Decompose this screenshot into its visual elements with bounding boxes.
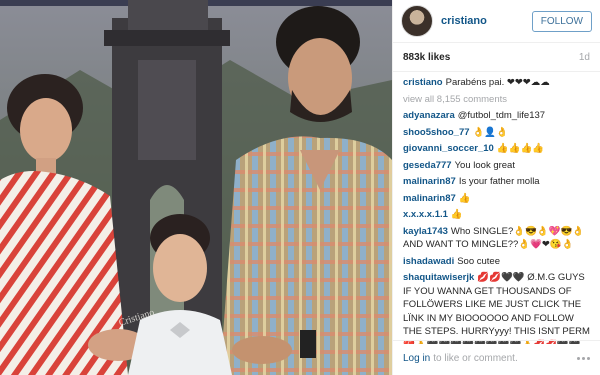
post-sidebar: cristiano FOLLOW 883k likes 1d cristiano… (392, 0, 600, 375)
comment-text: You look great (454, 159, 515, 171)
comment-text: Soo cutee (457, 255, 501, 267)
comment-user[interactable]: malinarin87 (403, 176, 456, 187)
comment-user[interactable]: giovanni_soccer_10 (403, 143, 494, 154)
boy-face (153, 234, 207, 302)
comment-user[interactable]: kayla1743 (403, 226, 448, 237)
comment: kayla1743 Who SINGLE?👌😎👌💖😎👌 AND WANT TO M… (403, 225, 590, 252)
comment-text: 👍👍👍👍 (496, 143, 545, 154)
comment-user[interactable]: ishadawadi (403, 256, 454, 267)
avatar[interactable] (401, 5, 433, 37)
comment: geseda777 You look great (403, 159, 590, 173)
woman-face (20, 98, 72, 162)
post-stats: 883k likes 1d (393, 43, 600, 72)
likes-count[interactable]: 883k likes (403, 52, 450, 63)
comment: malinarin87 Is your father molla (403, 175, 590, 189)
comment-user[interactable]: shaquitawiserjk (403, 272, 474, 283)
comment: adyanazara @futbol_tdm_life137 (403, 109, 590, 123)
comment-user[interactable]: shoo5shoo_77 (403, 127, 470, 138)
comment: x.x.x.x.1.1 👍 (403, 208, 590, 222)
comment: shaquitawiserjk 💋💋🖤🖤 Ø.M.G GUYS IF YOU WA… (403, 271, 590, 344)
caption: cristiano Parabéns pai. ❤❤❤☁☁ (403, 76, 590, 90)
comment-user[interactable]: malinarin87 (403, 193, 456, 204)
family-photo-illustration: Cristiano (0, 0, 392, 375)
comment-text: @futbol_tdm_life137 (457, 110, 546, 121)
comment: giovanni_soccer_10 👍👍👍👍 (403, 142, 590, 156)
comment: malinarin87 👍 (403, 192, 590, 206)
post-header: cristiano FOLLOW (393, 0, 600, 43)
login-prompt-text: to like or comment. (433, 352, 518, 364)
comment-text: Is your father molla (458, 176, 540, 187)
comment-text: 👍 (458, 192, 471, 204)
more-options-icon[interactable] (577, 356, 590, 360)
comments-list: cristiano Parabéns pai. ❤❤❤☁☁ view all 8,… (393, 72, 600, 344)
follow-button[interactable]: FOLLOW (531, 10, 592, 32)
comment: shoo5shoo_77 👌👤👌 (403, 126, 590, 140)
caption-user[interactable]: cristiano (403, 77, 443, 88)
comment-text: 👍 (450, 209, 463, 220)
comment-text: 👌👤👌 (472, 126, 509, 138)
view-all-comments-link[interactable]: view all 8,155 comments (403, 93, 590, 107)
login-link[interactable]: Log in (403, 353, 430, 364)
post-footer: Log in to like or comment. (393, 340, 600, 375)
comment-user[interactable]: adyanazara (403, 110, 455, 121)
post-username[interactable]: cristiano (441, 15, 532, 27)
post-age[interactable]: 1d (579, 52, 590, 63)
comment: ishadawadi Soo cutee (403, 255, 590, 269)
instagram-post: Cristiano cristiano FOLLOW 883k likes 1d… (0, 0, 600, 375)
comment-user[interactable]: geseda777 (403, 160, 452, 171)
comment-user[interactable]: x.x.x.x.1.1 (403, 209, 448, 220)
post-photo[interactable]: Cristiano (0, 0, 392, 375)
caption-text: Parabéns pai. ❤❤❤☁☁ (445, 77, 550, 88)
